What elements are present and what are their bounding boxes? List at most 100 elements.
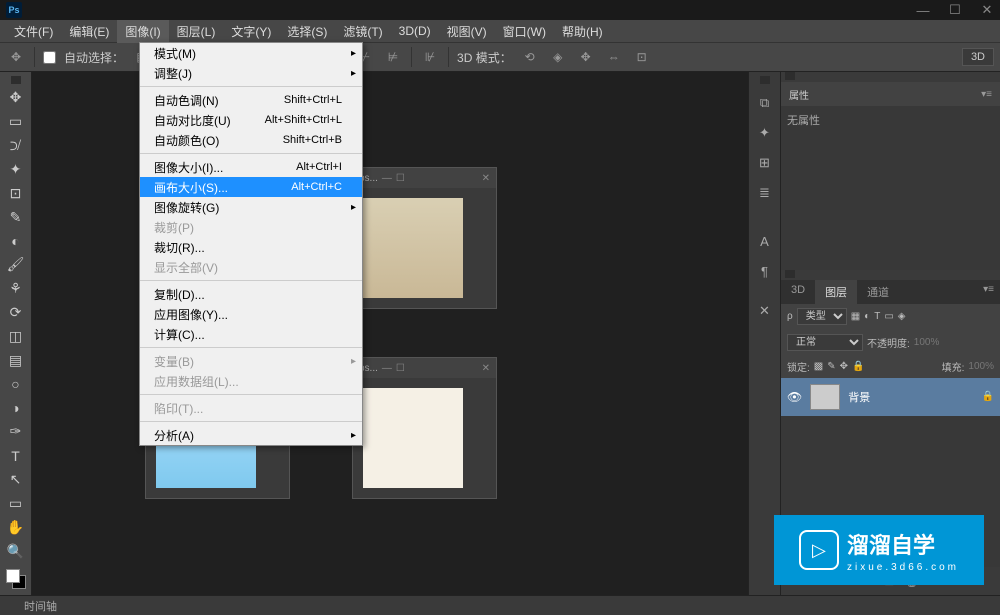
tab-channels[interactable]: 通道 [857, 280, 899, 304]
3d-slide-icon[interactable]: ⇔ [604, 47, 624, 67]
menu-item[interactable]: 自动色调(N)Shift+Ctrl+L [140, 90, 362, 110]
menu-view[interactable]: 视图(V) [439, 20, 495, 43]
menu-layer[interactable]: 图层(L) [169, 20, 224, 43]
fg-color[interactable] [6, 569, 20, 583]
menu-item[interactable]: 应用图像(Y)... [140, 304, 362, 324]
layer-item-background[interactable]: 👁 背景 🔒 [781, 378, 1000, 416]
toolbar-tab[interactable] [11, 76, 21, 84]
menu-window[interactable]: 窗口(W) [495, 20, 554, 43]
filter-shape-icon[interactable]: ▭ [884, 311, 893, 322]
visibility-icon[interactable]: 👁 [787, 390, 802, 404]
heal-tool[interactable]: ◐ [4, 230, 28, 252]
layers-tab-handle[interactable] [785, 270, 795, 278]
lock-all-icon[interactable]: 🔒 [852, 361, 864, 372]
doc-1-max-icon[interactable]: ☐ [396, 173, 405, 184]
document-window-3[interactable]: ps... — ☐ ✕ [352, 357, 497, 499]
stamp-tool[interactable]: ⚘ [4, 278, 28, 300]
minimize-button[interactable]: — [916, 3, 930, 17]
menu-item[interactable]: 图像大小(I)...Alt+Ctrl+I [140, 157, 362, 177]
paragraph-icon[interactable]: ¶ [753, 258, 777, 284]
menu-3d[interactable]: 3D(D) [391, 21, 439, 41]
menu-item[interactable]: 计算(C)... [140, 324, 362, 344]
lock-position-icon[interactable]: ✥ [840, 361, 848, 372]
menu-help[interactable]: 帮助(H) [554, 20, 611, 43]
filter-adjust-icon[interactable]: ◐ [864, 311, 870, 322]
blur-tool[interactable]: ○ [4, 373, 28, 395]
menu-type[interactable]: 文字(Y) [223, 20, 279, 43]
fill-value[interactable]: 100% [968, 361, 994, 372]
menu-filter[interactable]: 滤镜(T) [335, 20, 390, 43]
close-button[interactable]: ✕ [980, 3, 994, 17]
tools-preset-icon[interactable]: ✕ [753, 298, 777, 324]
lasso-tool[interactable]: ⟉ [4, 135, 28, 157]
menu-image[interactable]: 图像(I) [117, 20, 168, 43]
menu-item[interactable]: 裁切(R)... [140, 237, 362, 257]
character-icon[interactable]: A [753, 228, 777, 254]
filter-smart-icon[interactable]: ◈ [898, 311, 906, 322]
move-tool[interactable]: ✥ [4, 87, 28, 109]
maximize-button[interactable]: ☐ [948, 3, 962, 17]
path-tool[interactable]: ↖ [4, 469, 28, 491]
menu-edit[interactable]: 编辑(E) [61, 20, 117, 43]
dodge-tool[interactable]: ◑ [4, 397, 28, 419]
eyedropper-tool[interactable]: ✎ [4, 206, 28, 228]
adjustments-icon[interactable]: ≣ [753, 180, 777, 206]
auto-select-checkbox[interactable] [43, 51, 56, 64]
3d-button[interactable]: 3D [962, 48, 994, 66]
menu-file[interactable]: 文件(F) [6, 20, 61, 43]
properties-tab[interactable]: 属性 [789, 87, 809, 102]
doc-1-min-icon[interactable]: — [382, 173, 392, 184]
gradient-tool[interactable]: ▤ [4, 349, 28, 371]
tab-layers[interactable]: 图层 [815, 280, 857, 304]
menu-item[interactable]: 复制(D)... [140, 284, 362, 304]
filter-type-icon[interactable]: T [874, 311, 880, 322]
color-icon[interactable]: ✦ [753, 120, 777, 146]
filter-kind-select[interactable]: 类型 [797, 308, 847, 325]
timeline-label[interactable]: 时间轴 [24, 598, 57, 614]
menu-item[interactable]: 自动对比度(U)Alt+Shift+Ctrl+L [140, 110, 362, 130]
doc-3-min-icon[interactable]: — [382, 363, 392, 374]
zoom-tool[interactable]: 🔍 [4, 540, 28, 562]
pen-tool[interactable]: ✑ [4, 421, 28, 443]
crop-tool[interactable]: ⊡ [4, 182, 28, 204]
menu-item[interactable]: 模式(M)▸ [140, 43, 362, 63]
doc-1-close-icon[interactable]: ✕ [482, 173, 490, 184]
lock-transparent-icon[interactable]: ▩ [814, 361, 823, 372]
eraser-tool[interactable]: ◫ [4, 326, 28, 348]
layers-menu-icon[interactable]: ▾≡ [977, 280, 1000, 304]
document-window-1[interactable]: ps... — ☐ ✕ [352, 167, 497, 309]
distribute-h-icon[interactable]: ⊭ [383, 47, 403, 67]
menu-item[interactable]: 画布大小(S)...Alt+Ctrl+C [140, 177, 362, 197]
color-swatch[interactable] [6, 569, 26, 589]
history-icon[interactable]: ⧉ [753, 90, 777, 116]
filter-pixel-icon[interactable]: ▦ [851, 311, 860, 322]
opacity-value[interactable]: 100% [914, 337, 940, 348]
properties-tab-handle[interactable] [785, 72, 795, 80]
3d-roll-icon[interactable]: ◈ [548, 47, 568, 67]
wand-tool[interactable]: ✦ [4, 159, 28, 181]
properties-menu-icon[interactable]: ▾≡ [981, 89, 992, 100]
menu-select[interactable]: 选择(S) [279, 20, 335, 43]
hand-tool[interactable]: ✋ [4, 516, 28, 538]
3d-scale-icon[interactable]: ⊡ [632, 47, 652, 67]
tab-3d[interactable]: 3D [781, 280, 815, 304]
space-icon[interactable]: ⊮ [420, 47, 440, 67]
doc-3-close-icon[interactable]: ✕ [482, 363, 490, 374]
shape-tool[interactable]: ▭ [4, 493, 28, 515]
menu-item[interactable]: 图像旋转(G)▸ [140, 197, 362, 217]
brush-tool[interactable]: 🖌 [4, 254, 28, 276]
3d-rotate-icon[interactable]: ⟲ [520, 47, 540, 67]
menu-item[interactable]: 自动颜色(O)Shift+Ctrl+B [140, 130, 362, 150]
history-brush-tool[interactable]: ⟳ [4, 302, 28, 324]
layer-thumbnail[interactable] [810, 384, 840, 410]
rcol-tab[interactable] [760, 76, 770, 84]
menu-item[interactable]: 调整(J)▸ [140, 63, 362, 83]
menu-item[interactable]: 分析(A)▸ [140, 425, 362, 445]
marquee-tool[interactable]: ▭ [4, 111, 28, 133]
doc-3-max-icon[interactable]: ☐ [396, 363, 405, 374]
3d-pan-icon[interactable]: ✥ [576, 47, 596, 67]
type-tool[interactable]: T [4, 445, 28, 467]
lock-paint-icon[interactable]: ✎ [827, 361, 835, 372]
swatches-icon[interactable]: ⊞ [753, 150, 777, 176]
blend-mode-select[interactable]: 正常 [787, 334, 863, 351]
